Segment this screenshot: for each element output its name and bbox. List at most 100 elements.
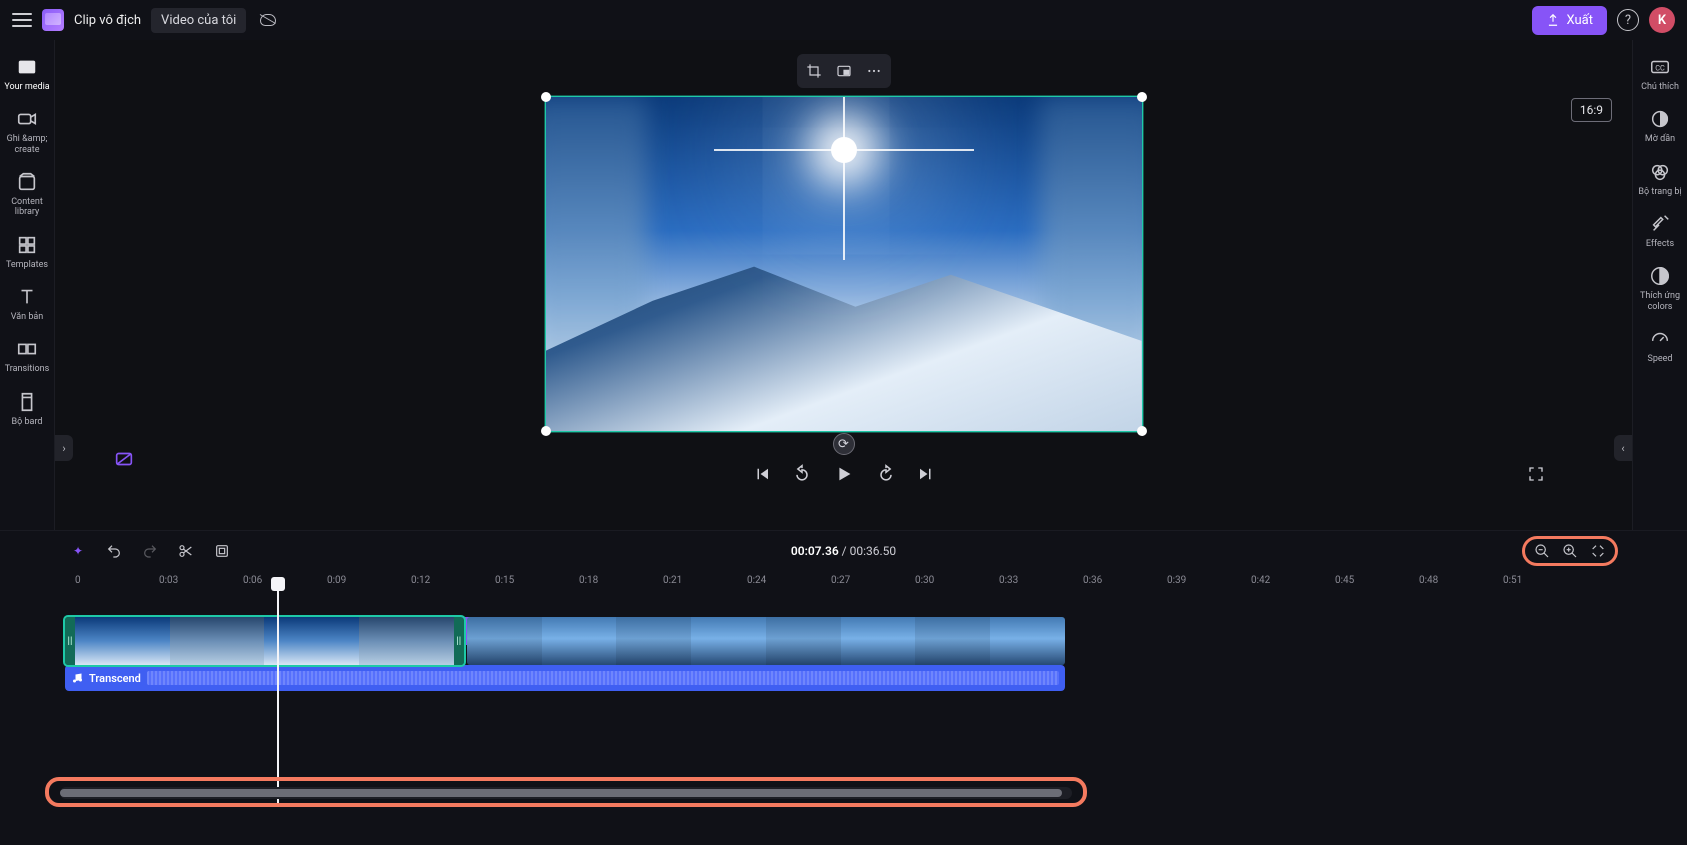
skip-prev-button[interactable] <box>750 462 774 486</box>
sidebar-item-fade[interactable]: Mờ dần <box>1633 102 1687 150</box>
sidebar-label: Bộ bard <box>12 417 43 427</box>
sidebar-label: Bộ trang bị <box>1638 187 1681 197</box>
delete-clip-button[interactable] <box>113 448 135 470</box>
redo-button[interactable] <box>141 542 159 560</box>
audio-waveform <box>147 671 1059 685</box>
ruler-tick: 0:45 <box>1335 575 1354 586</box>
ruler-tick: 0:09 <box>327 575 346 586</box>
left-sidebar: Your media Ghi &amp; create Content libr… <box>0 40 55 530</box>
library-icon <box>16 171 38 193</box>
ruler-tick: 0:33 <box>999 575 1018 586</box>
ruler-tick: 0:06 <box>243 575 262 586</box>
sidebar-label: Templates <box>6 260 48 270</box>
aspect-ratio-selector[interactable]: 16:9 <box>1571 98 1612 122</box>
crop-timeline-button[interactable] <box>213 542 231 560</box>
more-icon <box>866 63 882 79</box>
sidebar-item-content-library[interactable]: Content library <box>0 165 55 224</box>
right-sidebar: CC Chú thích Mờ dần Bộ trang bị Effects … <box>1632 40 1687 530</box>
skip-next-button[interactable] <box>914 462 938 486</box>
ruler-tick: 0:51 <box>1503 575 1522 586</box>
music-icon <box>71 672 83 684</box>
sidebar-item-transitions[interactable]: Transitions <box>0 332 55 380</box>
more-button[interactable] <box>861 58 887 84</box>
upload-icon <box>1546 13 1560 27</box>
sidebar-label: Effects <box>1646 239 1674 249</box>
sidebar-item-filters[interactable]: Bộ trang bị <box>1633 155 1687 203</box>
ruler-tick: 0:42 <box>1251 575 1270 586</box>
ruler-tick: 0:27 <box>831 575 850 586</box>
pip-button[interactable] <box>831 58 857 84</box>
sidebar-item-speed[interactable]: Speed <box>1633 322 1687 370</box>
ruler-tick: 0:30 <box>915 575 934 586</box>
resize-handle-bl[interactable] <box>541 426 551 436</box>
filters-icon <box>1649 161 1671 183</box>
sidebar-item-brand-kit[interactable]: Bộ bard <box>0 385 55 433</box>
timeline-ruler[interactable]: 00:030:060:090:120:150:180:210:240:270:3… <box>65 571 1622 599</box>
resize-handle-tr[interactable] <box>1137 92 1147 102</box>
playback-controls <box>75 460 1612 488</box>
timeline-tracks: T LÊN || || Transcend <box>65 617 1622 767</box>
zoom-out-button[interactable] <box>1533 542 1551 560</box>
play-button[interactable] <box>830 460 858 488</box>
sidebar-label: Transitions <box>5 364 50 374</box>
ai-sparkle-button[interactable]: ✦ <box>69 542 87 560</box>
sidebar-item-your-media[interactable]: Your media <box>0 50 55 98</box>
clip-right-handle[interactable]: || <box>454 617 464 665</box>
camera-icon <box>16 108 38 130</box>
scrollbar-highlight <box>45 777 1087 807</box>
audio-clip[interactable]: Transcend <box>65 665 1065 691</box>
sidebar-label: Content library <box>11 197 43 218</box>
total-time: 00:36.50 <box>850 544 897 558</box>
zoom-controls-highlight <box>1522 536 1618 566</box>
transitions-icon <box>16 338 38 360</box>
clip-left-handle[interactable]: || <box>65 617 75 665</box>
menu-icon[interactable] <box>12 10 32 30</box>
preview-video <box>546 97 1142 431</box>
ruler-tick: 0:36 <box>1083 575 1102 586</box>
sidebar-item-text[interactable]: Văn bản <box>0 280 55 328</box>
sidebar-item-adjust-colors[interactable]: Thích ứng colors <box>1633 259 1687 318</box>
rewind-button[interactable] <box>790 462 814 486</box>
templates-icon <box>16 234 38 256</box>
fade-icon <box>1649 108 1671 130</box>
video-clip-1[interactable]: || || <box>65 617 464 665</box>
sidebar-label: Mờ dần <box>1645 134 1675 144</box>
canvas-toolbar <box>797 54 891 88</box>
crop-button[interactable] <box>801 58 827 84</box>
video-clip-2[interactable] <box>467 617 1065 665</box>
sidebar-label: Ghi &amp; create <box>7 134 48 155</box>
sidebar-label: Văn bản <box>11 312 44 322</box>
sidebar-item-record-create[interactable]: Ghi &amp; create <box>0 102 55 161</box>
ruler-tick: 0:24 <box>747 575 766 586</box>
zoom-in-button[interactable] <box>1561 542 1579 560</box>
sidebar-item-captions[interactable]: CC Chú thích <box>1633 50 1687 98</box>
undo-button[interactable] <box>105 542 123 560</box>
speed-icon <box>1649 328 1671 350</box>
my-videos-chip[interactable]: Video của tôi <box>151 8 246 33</box>
fit-zoom-button[interactable] <box>1589 542 1607 560</box>
svg-text:CC: CC <box>1655 64 1665 73</box>
user-avatar[interactable]: K <box>1649 7 1675 33</box>
export-button[interactable]: Xuất <box>1532 6 1607 35</box>
media-icon <box>16 56 38 78</box>
effects-icon <box>1649 213 1671 235</box>
resize-handle-tl[interactable] <box>541 92 551 102</box>
top-bar: Clip vô địch Video của tôi Xuất ? K <box>0 0 1687 40</box>
split-button[interactable] <box>177 542 195 560</box>
rotate-handle[interactable]: ⟳ <box>833 433 855 455</box>
forward-button[interactable] <box>874 462 898 486</box>
export-label: Xuất <box>1566 13 1593 28</box>
cloud-off-icon[interactable] <box>258 12 278 28</box>
playhead[interactable] <box>277 587 279 807</box>
sidebar-item-templates[interactable]: Templates <box>0 228 55 276</box>
right-sidebar-collapse[interactable]: ‹ <box>1614 435 1632 461</box>
video-track: || || <box>65 617 1065 665</box>
help-icon[interactable]: ? <box>1617 9 1639 31</box>
fullscreen-button[interactable] <box>1524 462 1548 486</box>
project-title[interactable]: Clip vô địch <box>74 13 141 28</box>
sidebar-item-effects[interactable]: Effects <box>1633 207 1687 255</box>
timeline-time-display: 00:07.36 / 00:36.50 <box>791 544 896 558</box>
app-logo[interactable] <box>42 9 64 31</box>
preview-frame[interactable]: ⟳ <box>545 96 1143 432</box>
resize-handle-br[interactable] <box>1137 426 1147 436</box>
